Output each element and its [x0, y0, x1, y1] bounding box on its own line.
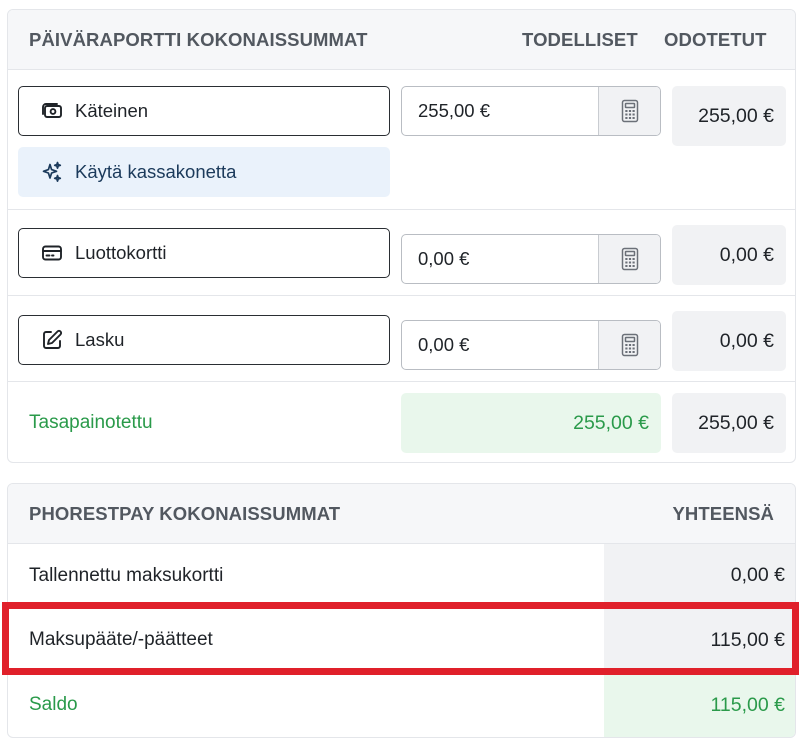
terminals-label: Maksupääte/-päätteet [29, 629, 213, 650]
invoice-expected-value: 0,00 € [672, 311, 786, 371]
cash-amount-field[interactable]: 255,00 € [401, 86, 661, 136]
saved-card-value: 0,00 € [604, 544, 795, 608]
cash-expected-value: 255,00 € [672, 86, 786, 146]
calculator-icon[interactable] [598, 235, 660, 283]
daily-report-card: PÄIVÄRAPORTTI KOKONAISSUMMAT TODELLISET … [7, 9, 796, 463]
credit-card-amount-field[interactable]: 0,00 € [401, 234, 661, 284]
column-header-total: YHTEENSÄ [672, 503, 774, 524]
saved-card-label: Tallennettu maksukortti [29, 565, 224, 586]
saved-card-row: Tallennettu maksukortti 0,00 € [8, 544, 795, 608]
credit-card-expected-value: 0,00 € [672, 225, 786, 285]
balance-label: Saldo [29, 694, 78, 715]
payment-row-cash: Käteinen 255,00 € 255,00 € Käytä kassako… [8, 70, 795, 210]
terminals-row: Maksupääte/-päätteet 115,00 € [8, 608, 795, 672]
payment-row-credit-card: Luottokortti 0,00 € 0,00 € [8, 210, 795, 296]
credit-card-method-button[interactable]: Luottokortti [18, 228, 390, 278]
terminals-value: 115,00 € [604, 608, 795, 672]
daily-report-title: PÄIVÄRAPORTTI KOKONAISSUMMAT [29, 28, 368, 50]
column-header-actual: TODELLISET [522, 29, 638, 50]
cash-method-button[interactable]: Käteinen [18, 86, 390, 136]
balance-value: 115,00 € [604, 672, 795, 737]
invoice-method-button[interactable]: Lasku [18, 315, 390, 365]
phorestpay-title: PHORESTPAY KOKONAISSUMMAT [29, 502, 341, 524]
phorestpay-card: PHORESTPAY KOKONAISSUMMAT YHTEENSÄ Talle… [7, 483, 796, 738]
daily-report-header: PÄIVÄRAPORTTI KOKONAISSUMMAT TODELLISET … [8, 10, 795, 70]
balance-row: Saldo 115,00 € [8, 672, 795, 737]
invoice-amount-value[interactable]: 0,00 € [402, 321, 598, 369]
balanced-label: Tasapainotettu [29, 412, 153, 433]
cash-method-label: Käteinen [75, 100, 149, 121]
invoice-amount-field[interactable]: 0,00 € [401, 320, 661, 370]
edit-icon [41, 329, 63, 351]
phorestpay-header: PHORESTPAY KOKONAISSUMMAT YHTEENSÄ [8, 484, 795, 544]
calculator-icon[interactable] [598, 321, 660, 369]
credit-card-amount-value[interactable]: 0,00 € [402, 235, 598, 283]
cash-amount-value[interactable]: 255,00 € [402, 87, 598, 135]
credit-card-method-label: Luottokortti [75, 242, 167, 263]
credit-card-icon [41, 242, 63, 264]
balanced-actual-value: 255,00 € [401, 393, 661, 453]
use-cash-register-label: Käytä kassakonetta [75, 161, 237, 182]
balanced-row: Tasapainotettu 255,00 € 255,00 € [8, 382, 795, 462]
sparkles-icon [40, 160, 64, 184]
invoice-method-label: Lasku [75, 329, 125, 350]
balanced-expected-value: 255,00 € [672, 393, 786, 453]
use-cash-register-button[interactable]: Käytä kassakonetta [18, 147, 390, 197]
payment-row-invoice: Lasku 0,00 € 0,00 € [8, 296, 795, 382]
column-header-expected: ODOTETUT [664, 29, 767, 50]
cash-icon [41, 100, 63, 122]
calculator-icon[interactable] [598, 87, 660, 135]
